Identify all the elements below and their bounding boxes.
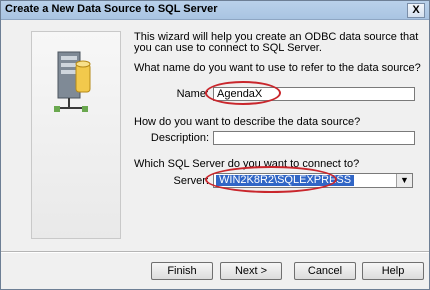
server-label: Server: (173, 175, 209, 187)
intro-text: This wizard will help you create an ODBC… (134, 31, 419, 54)
server-database-icon (54, 51, 91, 112)
wizard-art-panel (31, 31, 121, 239)
description-input[interactable] (213, 131, 415, 145)
button-separator (1, 251, 429, 253)
finish-button[interactable]: Finish (151, 262, 213, 280)
description-question: How do you want to describe the data sou… (134, 116, 361, 128)
name-question: What name do you want to use to refer to… (134, 62, 421, 74)
dsn-wizard-dialog: Create a New Data Source to SQL Server X… (0, 0, 430, 290)
close-button[interactable]: X (407, 3, 425, 18)
cancel-button[interactable]: Cancel (294, 262, 356, 280)
window-title: Create a New Data Source to SQL Server (5, 3, 218, 15)
server-highlight-ring (205, 166, 337, 193)
title-bar: Create a New Data Source to SQL Server X (1, 1, 429, 20)
description-label: Description: (150, 132, 209, 144)
name-highlight-ring (205, 81, 281, 105)
help-button[interactable]: Help (362, 262, 424, 280)
name-label: Name: (176, 88, 209, 100)
next-button[interactable]: Next > (220, 262, 282, 280)
dropdown-arrow-icon[interactable]: ▼ (396, 174, 412, 187)
